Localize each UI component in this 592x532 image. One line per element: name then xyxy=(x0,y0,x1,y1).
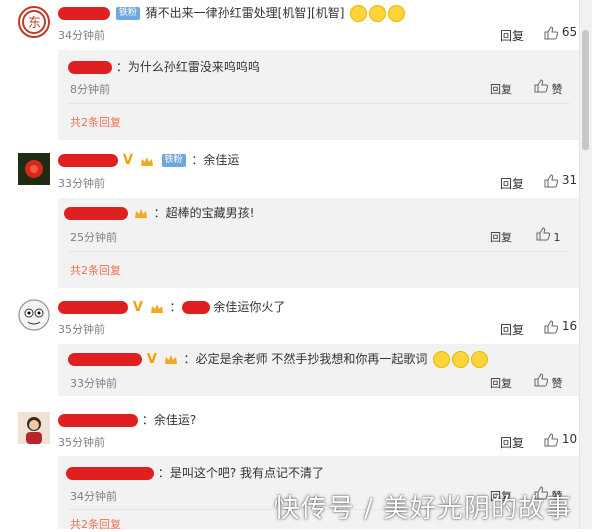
thumbs-up-icon xyxy=(534,79,549,93)
avatar[interactable] xyxy=(18,153,50,185)
comment-text: 余佳运? xyxy=(153,413,197,427)
like-count: 赞 xyxy=(551,83,563,96)
verified-v-icon: V xyxy=(146,352,157,367)
reply-text: 是叫这个吧? 我有点记不清了 xyxy=(169,466,325,480)
reply-content: ：是叫这个吧? 我有点记不清了 xyxy=(66,464,324,481)
reply-time: 25分钟前 xyxy=(70,231,117,244)
comment-content: ：余佳运? xyxy=(58,411,196,429)
smile-emoji-icon xyxy=(369,5,387,22)
reply-content: ：为什么孙红雷没来呜呜呜 xyxy=(68,58,260,75)
reply-like-button[interactable]: 1 xyxy=(536,227,561,244)
smile-emoji-icon xyxy=(350,5,368,22)
redacted-username[interactable] xyxy=(58,414,138,427)
thumbs-up-icon xyxy=(544,25,559,39)
thumbs-up-icon xyxy=(536,227,551,241)
redacted-mention xyxy=(181,301,210,314)
reply-button[interactable]: 回复 xyxy=(500,321,524,338)
comment-time: 34分钟前 xyxy=(58,29,105,42)
avatar[interactable] xyxy=(18,412,50,444)
member-crown-icon xyxy=(134,208,148,220)
like-count: 赞 xyxy=(551,377,563,390)
comment-item: V 铁粉 ：余佳运 33分钟前 回复 31 ：超棒的宝藏男孩! 25分钟前 回复… xyxy=(0,148,580,288)
redacted-username[interactable] xyxy=(58,154,118,167)
more-replies-link[interactable]: 共2条回复 xyxy=(70,516,121,532)
comment-item: 东 铁粉 猜不出来一律孙红雷处理[机智][机智] 34分钟前 回复 65 ：为什… xyxy=(0,0,580,140)
like-count: 16 xyxy=(561,319,578,333)
comment-content: V 铁粉 ：余佳运 xyxy=(58,151,239,170)
reply-button[interactable]: 回复 xyxy=(500,27,524,44)
comment-item: V ： 余佳运你火了 35分钟前 回复 16 V ：必定是余老师 不然手抄我想和… xyxy=(0,294,580,400)
smile-emoji-icon xyxy=(388,5,406,22)
comment-text: 猜不出来一律孙红雷处理[机智][机智] xyxy=(145,6,345,20)
comment-content: V ： 余佳运你火了 xyxy=(58,298,285,317)
divider xyxy=(68,251,570,252)
redacted-username[interactable] xyxy=(68,353,142,366)
like-count: 65 xyxy=(561,25,578,39)
redacted-username[interactable] xyxy=(58,7,110,20)
reply-content: V ：必定是余老师 不然手抄我想和你再一起歌词 xyxy=(68,350,489,368)
reply-reply-button[interactable]: 回复 xyxy=(490,229,512,245)
reply-text: 必定是余老师 不然手抄我想和你再一起歌词 xyxy=(195,352,428,366)
more-replies-link[interactable]: 共2条回复 xyxy=(70,262,121,278)
redacted-username[interactable] xyxy=(64,207,128,220)
reply-time: 8分钟前 xyxy=(70,83,110,96)
reply-text: 为什么孙红雷没来呜呜呜 xyxy=(127,60,260,74)
divider xyxy=(68,103,570,104)
doge-emoji-icon xyxy=(433,351,451,368)
verified-v-icon: V xyxy=(122,152,133,168)
like-button[interactable]: 31 xyxy=(544,173,577,188)
member-crown-icon xyxy=(140,155,154,167)
comment-content: 铁粉 猜不出来一律孙红雷处理[机智][机智] xyxy=(58,4,406,22)
comment-time: 35分钟前 xyxy=(58,436,105,449)
doge-emoji-icon xyxy=(452,351,470,368)
redacted-username[interactable] xyxy=(68,61,112,74)
thumbs-up-icon xyxy=(534,373,549,387)
redacted-username[interactable] xyxy=(66,467,154,480)
doge-emoji-icon xyxy=(471,351,489,368)
reply-box: ：为什么孙红雷没来呜呜呜 8分钟前 回复 赞 共2条回复 xyxy=(58,50,580,140)
like-button[interactable]: 10 xyxy=(544,432,577,447)
more-replies-link[interactable]: 共2条回复 xyxy=(70,114,121,130)
like-count: 1 xyxy=(553,231,561,244)
reply-box: V ：必定是余老师 不然手抄我想和你再一起歌词 33分钟前 回复 赞 xyxy=(58,344,580,396)
member-crown-icon xyxy=(150,302,164,314)
watermark-text: 快传号 / 美好光阴的故事 xyxy=(273,494,572,524)
member-crown-icon xyxy=(164,354,178,366)
reply-like-button[interactable]: 赞 xyxy=(534,373,563,391)
scrollbar-thumb[interactable] xyxy=(582,30,589,150)
thumbs-up-icon xyxy=(544,173,559,187)
avatar[interactable] xyxy=(18,299,50,331)
comment-time: 35分钟前 xyxy=(58,323,105,336)
reply-button[interactable]: 回复 xyxy=(500,175,524,192)
reply-reply-button[interactable]: 回复 xyxy=(490,375,512,391)
fan-badge: 铁粉 xyxy=(161,154,186,167)
vertical-scrollbar[interactable] xyxy=(579,0,592,529)
avatar[interactable]: 东 xyxy=(18,6,50,38)
comment-time: 33分钟前 xyxy=(58,177,105,190)
thumbs-up-icon xyxy=(544,319,559,333)
thumbs-up-icon xyxy=(544,432,559,446)
reply-content: ：超棒的宝藏男孩! xyxy=(64,204,254,221)
like-count: 10 xyxy=(561,432,578,446)
fan-badge: 铁粉 xyxy=(115,7,140,20)
redacted-username[interactable] xyxy=(58,301,128,314)
comment-text: 余佳运你火了 xyxy=(213,300,286,314)
reply-text: 超棒的宝藏男孩! xyxy=(165,206,255,220)
like-button[interactable]: 65 xyxy=(544,25,577,40)
reply-button[interactable]: 回复 xyxy=(500,434,524,451)
like-button[interactable]: 16 xyxy=(544,319,577,334)
reply-reply-button[interactable]: 回复 xyxy=(490,81,512,97)
comment-text: 余佳运 xyxy=(203,153,240,167)
reply-time: 34分钟前 xyxy=(70,490,117,503)
reply-time: 33分钟前 xyxy=(70,377,117,390)
verified-v-icon: V xyxy=(132,299,143,315)
reply-box: ：超棒的宝藏男孩! 25分钟前 回复 1 共2条回复 xyxy=(58,198,580,288)
comment-list: 东 铁粉 猜不出来一律孙红雷处理[机智][机智] 34分钟前 回复 65 ：为什… xyxy=(0,0,580,532)
like-count: 31 xyxy=(561,173,578,187)
svg-text:东: 东 xyxy=(28,16,41,31)
reply-like-button[interactable]: 赞 xyxy=(534,79,563,97)
